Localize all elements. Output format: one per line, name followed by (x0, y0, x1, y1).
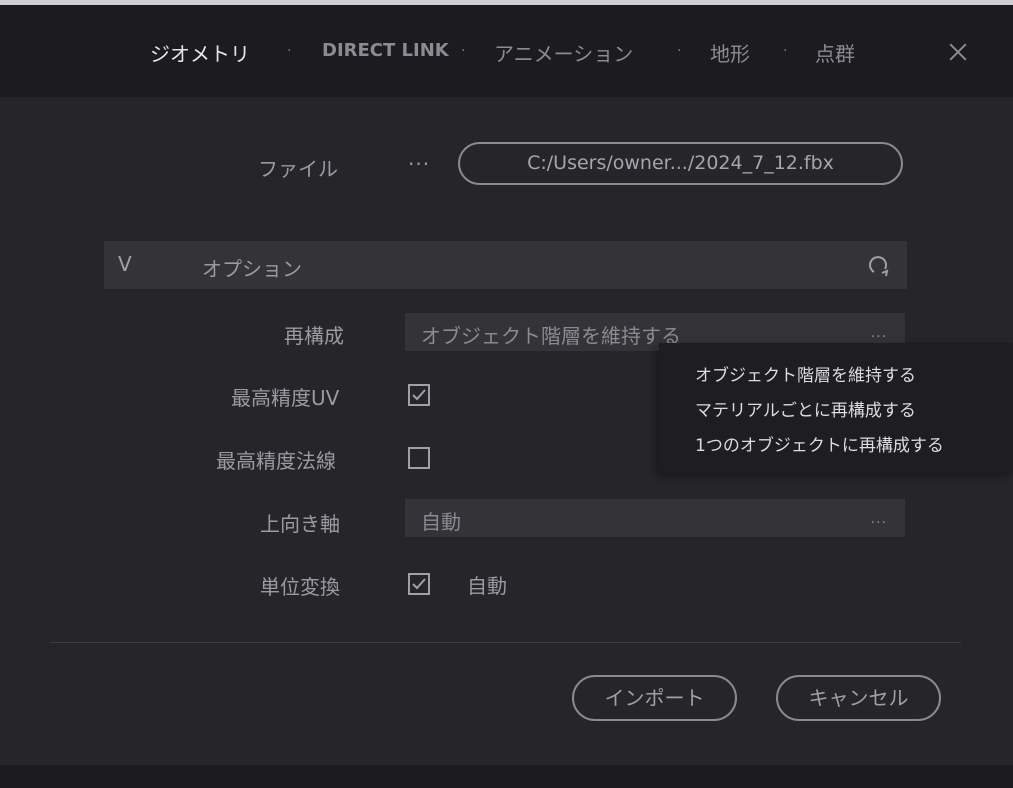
up-axis-select[interactable]: 自動 ... (405, 499, 905, 537)
tab-separator: · (461, 43, 466, 59)
highest-uv-checkbox[interactable] (408, 384, 430, 406)
unit-conversion-label: 単位変換 (260, 575, 340, 599)
checkmark-icon (412, 389, 426, 401)
divider (50, 642, 961, 643)
tab-direct-link[interactable]: DIRECT LINK (322, 40, 449, 61)
tab-point-cloud[interactable]: 点群 (815, 38, 855, 67)
dropdown-option-keep-hierarchy[interactable]: オブジェクト階層を維持する (695, 361, 916, 386)
highest-normal-label: 最高精度法線 (216, 449, 336, 473)
chevron-down-icon[interactable]: V (118, 252, 132, 276)
highest-normal-checkbox[interactable] (408, 447, 430, 469)
unit-conversion-checkbox[interactable] (408, 573, 430, 595)
reset-icon[interactable] (867, 254, 891, 278)
tab-separator: · (287, 43, 292, 59)
rebuild-dropdown-menu: オブジェクト階層を維持する マテリアルごとに再構成する 1つのオブジェクトに再構… (659, 343, 1013, 473)
file-label: ファイル (258, 157, 338, 181)
dropdown-option-single-object[interactable]: 1つのオブジェクトに再構成する (695, 431, 944, 456)
tab-separator: · (783, 43, 788, 59)
highest-uv-label: 最高精度UV (231, 386, 340, 410)
rebuild-value: オブジェクト階層を維持する (421, 324, 681, 348)
more-icon: ... (870, 511, 887, 527)
tab-terrain[interactable]: 地形 (710, 38, 750, 67)
close-icon[interactable] (946, 40, 970, 64)
rebuild-label: 再構成 (284, 324, 344, 348)
up-axis-value: 自動 (421, 510, 461, 534)
dropdown-option-by-material[interactable]: マテリアルごとに再構成する (695, 396, 916, 421)
cancel-button[interactable]: キャンセル (776, 675, 941, 721)
browse-button[interactable]: ··· (408, 152, 430, 176)
tab-geometry[interactable]: ジオメトリ (150, 38, 250, 67)
tab-bar: ジオメトリ · DIRECT LINK · アニメーション · 地形 · 点群 (0, 5, 1013, 97)
bottom-band (0, 765, 1013, 788)
tab-separator: · (677, 43, 682, 59)
import-button[interactable]: インポート (572, 675, 737, 721)
file-path-field[interactable]: C:/Users/owner.../2024_7_12.fbx (458, 142, 903, 185)
more-icon: ... (870, 325, 887, 341)
tab-animation[interactable]: アニメーション (494, 38, 633, 67)
options-title: オプション (202, 257, 302, 281)
up-axis-label: 上向き軸 (260, 512, 340, 536)
unit-conversion-text: 自動 (467, 574, 507, 598)
options-section-header[interactable]: V オプション (104, 241, 907, 289)
checkmark-icon (412, 578, 426, 590)
